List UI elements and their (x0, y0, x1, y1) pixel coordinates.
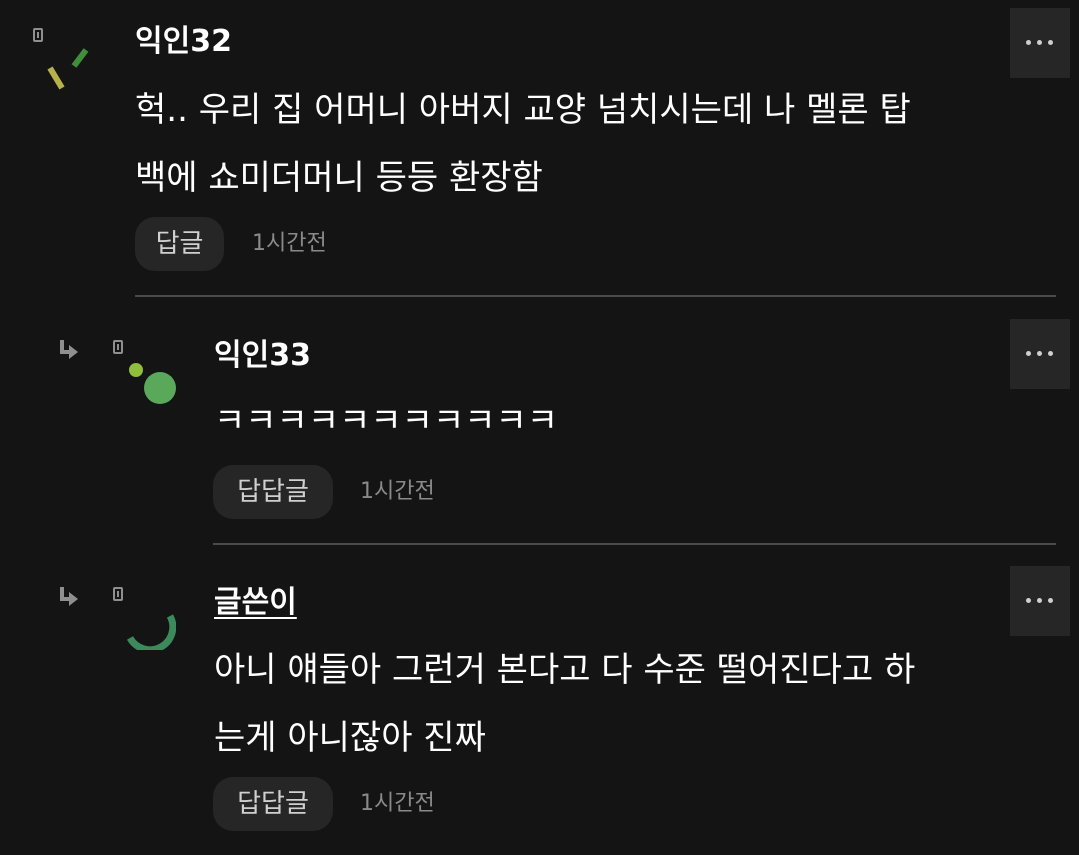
more-options-button[interactable] (1010, 566, 1070, 636)
reply-button[interactable]: 답답글 (213, 777, 333, 831)
avatar[interactable] (44, 44, 96, 96)
author-username[interactable]: 글쓴이 (214, 583, 297, 623)
reply-arrow-icon (60, 587, 78, 606)
avatar[interactable] (124, 598, 176, 650)
comment-text-line: 헉.. 우리 집 어머니 아버지 교양 넘치시는데 나 멜론 탑 (135, 90, 911, 130)
username[interactable]: 익인32 (135, 22, 232, 62)
divider (213, 543, 1056, 545)
badge-icon (113, 340, 123, 354)
reply-arrow-icon (60, 340, 78, 359)
username[interactable]: 익인33 (214, 336, 311, 376)
badge-icon (33, 28, 43, 42)
timestamp: 1시간전 (360, 479, 435, 504)
comment-text-line: ㅋㅋㅋㅋㅋㅋㅋㅋㅋㅋㅋ (214, 401, 559, 441)
badge-icon (113, 587, 123, 601)
more-options-button[interactable] (1010, 319, 1070, 389)
comment-text-line: 백에 쇼미더머니 등등 환장함 (135, 158, 543, 198)
more-options-icon (1026, 351, 1054, 357)
comment-text-line: 는게 아니잖아 진짜 (214, 718, 486, 758)
more-options-button[interactable] (1010, 8, 1070, 78)
avatar[interactable] (124, 358, 176, 410)
reply-button[interactable]: 답글 (135, 217, 224, 271)
divider (135, 295, 1056, 297)
more-options-icon (1026, 598, 1054, 604)
comment-text-line: 아니 얘들아 그런거 본다고 다 수준 떨어진다고 하 (214, 650, 916, 690)
timestamp: 1시간전 (252, 231, 327, 256)
more-options-icon (1026, 40, 1054, 46)
timestamp: 1시간전 (360, 791, 435, 816)
reply-button[interactable]: 답답글 (213, 465, 333, 519)
